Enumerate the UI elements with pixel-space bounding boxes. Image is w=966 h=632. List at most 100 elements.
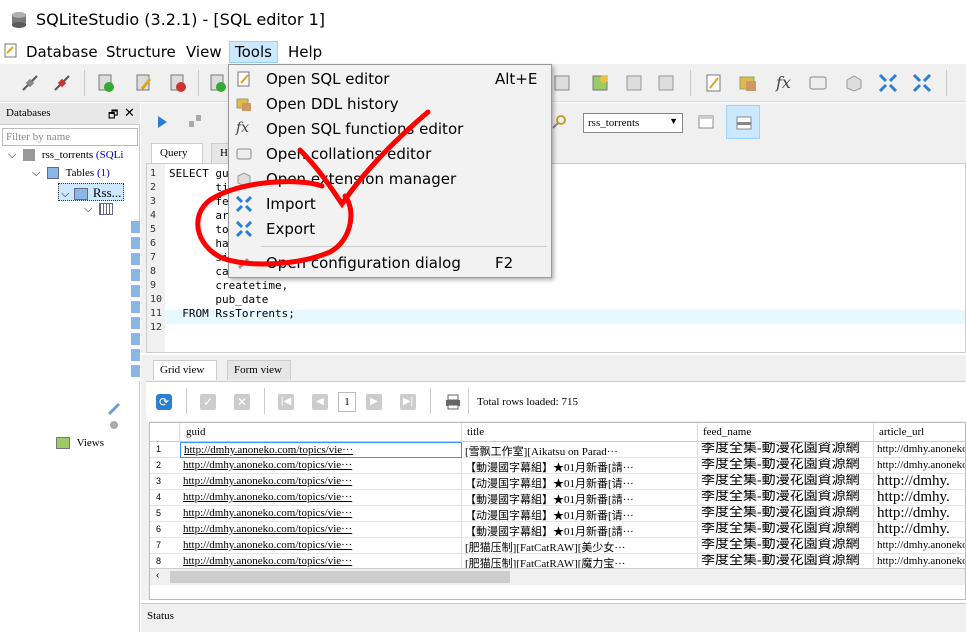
menu-database[interactable]: Database	[21, 41, 103, 63]
cell-guid[interactable]: http://dmhy.anoneko.com/topics/vie···	[180, 490, 462, 506]
table-icon[interactable]	[552, 73, 572, 93]
menu-view[interactable]: View	[181, 41, 227, 63]
menu-structure[interactable]: Structure	[101, 41, 181, 63]
cell-article-url[interactable]: http://dmhy.anoneko	[874, 442, 965, 458]
search-icon[interactable]	[551, 114, 567, 130]
cell-title[interactable]: [肥猫压制][FatCatRAW][美少女···	[462, 538, 698, 554]
extension-icon[interactable]	[844, 73, 864, 93]
tab-grid-view[interactable]: Grid view	[153, 360, 217, 380]
rollback-icon[interactable]: ✕	[234, 394, 250, 410]
delete-view-icon[interactable]	[656, 73, 676, 93]
column-header-article-url[interactable]: article_url	[874, 423, 965, 442]
add-view-icon[interactable]	[590, 73, 610, 93]
menu-item-open-sql-editor[interactable]: Open SQL editor Alt+E	[230, 67, 550, 92]
next-page-icon[interactable]: ▶	[366, 394, 382, 410]
menu-item-open-ddl-history[interactable]: Open DDL history	[230, 92, 550, 117]
sql-editor-icon[interactable]	[704, 73, 724, 93]
menu-item-open-sql-functions-editor[interactable]: fx Open SQL functions editor	[230, 117, 550, 142]
collations-icon[interactable]	[808, 73, 828, 93]
commit-icon[interactable]: ✓	[200, 394, 216, 410]
cell-title[interactable]: 【动漫国字幕组】★01月新番[请···	[462, 506, 698, 522]
table-row[interactable]: 2 http://dmhy.anoneko.com/topics/vie··· 【動…	[150, 458, 965, 474]
menu-item-import[interactable]: Import	[230, 192, 550, 217]
chevron-down-icon[interactable]: ⌵	[84, 203, 92, 215]
cell-feed-name[interactable]: 季度全集-動漫花園資源網	[698, 474, 874, 490]
explain-query-icon[interactable]	[187, 113, 203, 129]
add-table-icon[interactable]	[208, 73, 228, 93]
refresh-icon[interactable]: ⟳	[156, 394, 172, 410]
cell-article-url[interactable]: http://dmhy.	[874, 474, 965, 490]
connect-icon[interactable]	[20, 73, 40, 93]
cell-feed-name[interactable]: 季度全集-動漫花園資源網	[698, 522, 874, 538]
table-row[interactable]: 3 http://dmhy.anoneko.com/topics/vie··· 【动…	[150, 474, 965, 490]
page-number-field[interactable]: 1	[338, 392, 356, 412]
table-row[interactable]: 4 http://dmhy.anoneko.com/topics/vie··· 【動…	[150, 490, 965, 506]
cell-title[interactable]: 【动漫国字幕组】★01月新番[请···	[462, 474, 698, 490]
cell-feed-name[interactable]: 季度全集-動漫花園資源網	[698, 490, 874, 506]
menu-item-open-collations-editor[interactable]: Open collations editor	[230, 142, 550, 167]
tab-form-view[interactable]: Form view	[227, 360, 291, 380]
cell-feed-name[interactable]: 季度全集-動漫花園資源網	[698, 538, 874, 554]
cell-title[interactable]: 【動漫國字幕組】★01月新番[請···	[462, 490, 698, 506]
prev-page-icon[interactable]: ◀	[312, 394, 328, 410]
menu-help[interactable]: Help	[283, 41, 327, 63]
export-icon[interactable]	[912, 73, 932, 93]
table-node[interactable]: ⌵ Rss...	[58, 183, 125, 201]
cell-guid[interactable]: http://dmhy.anoneko.com/topics/vie···	[180, 458, 462, 474]
edit-database-icon[interactable]	[134, 73, 154, 93]
table-row[interactable]: 6 http://dmhy.anoneko.com/topics/vie··· 【動…	[150, 522, 965, 538]
tab-query[interactable]: Query	[151, 143, 203, 163]
scrollbar-thumb[interactable]	[170, 571, 510, 583]
menu-item-export[interactable]: Export	[230, 217, 550, 242]
cell-guid[interactable]: http://dmhy.anoneko.com/topics/vie···	[180, 474, 462, 490]
edit-view-icon[interactable]	[624, 73, 644, 93]
print-icon[interactable]	[444, 393, 462, 411]
cell-guid[interactable]: http://dmhy.anoneko.com/topics/vie···	[180, 506, 462, 522]
menu-tools[interactable]: Tools	[229, 41, 278, 63]
cell-article-url[interactable]: http://dmhy.	[874, 522, 965, 538]
float-panel-icon[interactable]: 🗗	[108, 106, 118, 125]
table-row[interactable]: 5 http://dmhy.anoneko.com/topics/vie··· 【动…	[150, 506, 965, 522]
chevron-down-icon[interactable]: ⌵	[32, 167, 40, 179]
first-page-icon[interactable]: |◀	[278, 394, 294, 410]
cell-guid[interactable]: http://dmhy.anoneko.com/topics/vie···	[180, 442, 462, 458]
chevron-down-icon[interactable]: ⌵	[8, 149, 16, 161]
column-header-title[interactable]: title	[462, 423, 698, 442]
ddl-history-icon[interactable]	[738, 73, 758, 93]
views-node[interactable]: Views	[56, 437, 104, 450]
execute-query-icon[interactable]	[155, 115, 169, 129]
cell-article-url[interactable]: http://dmhy.	[874, 490, 965, 506]
tables-node[interactable]: ⌵ Tables (1)	[32, 167, 110, 180]
columns-node[interactable]: ⌵	[84, 203, 114, 216]
chevron-down-icon[interactable]: ▼	[669, 116, 678, 126]
cell-title[interactable]: 【動漫國字幕組】★01月新番[請···	[462, 522, 698, 538]
database-select[interactable]: rss_torrents ▼	[583, 113, 683, 133]
layout-horizontal-icon[interactable]	[697, 113, 715, 131]
menu-item-open-extension-manager[interactable]: Open extension manager	[230, 167, 550, 192]
import-icon[interactable]	[878, 73, 898, 93]
last-page-icon[interactable]: ▶|	[400, 394, 416, 410]
horizontal-scrollbar[interactable]: ‹	[150, 568, 965, 585]
cell-feed-name[interactable]: 季度全集-動漫花園資源網	[698, 442, 874, 458]
chevron-down-icon[interactable]: ⌵	[61, 188, 69, 200]
cell-feed-name[interactable]: 季度全集-動漫花園資源網	[698, 458, 874, 474]
table-row[interactable]: 1 http://dmhy.anoneko.com/topics/vie··· [雪…	[150, 442, 965, 458]
column-header-feed-name[interactable]: feed_name	[698, 423, 874, 442]
cell-article-url[interactable]: http://dmhy.	[874, 506, 965, 522]
filter-input[interactable]: Filter by name	[2, 128, 138, 146]
close-panel-icon[interactable]: ✕	[124, 105, 135, 121]
delete-database-icon[interactable]	[168, 73, 188, 93]
column-header-guid[interactable]: guid	[180, 423, 462, 442]
layout-vertical-button[interactable]	[726, 105, 760, 139]
add-database-icon[interactable]	[96, 73, 116, 93]
fx-icon[interactable]: fx	[776, 73, 791, 92]
menu-item-open-configuration-dialog[interactable]: Open configuration dialog F2	[230, 251, 550, 276]
db-tree-node[interactable]: ⌵ rss_torrents (SQLi	[8, 149, 123, 162]
cell-title[interactable]: [雪飘工作室][Aikatsu on Parad···	[462, 442, 698, 458]
scroll-left-icon[interactable]: ‹	[156, 570, 159, 581]
cell-feed-name[interactable]: 季度全集-動漫花園資源網	[698, 506, 874, 522]
disconnect-icon[interactable]	[52, 73, 72, 93]
cell-article-url[interactable]: http://dmhy.anoneko	[874, 538, 965, 554]
table-row[interactable]: 7 http://dmhy.anoneko.com/topics/vie··· [肥…	[150, 538, 965, 554]
cell-guid[interactable]: http://dmhy.anoneko.com/topics/vie···	[180, 538, 462, 554]
